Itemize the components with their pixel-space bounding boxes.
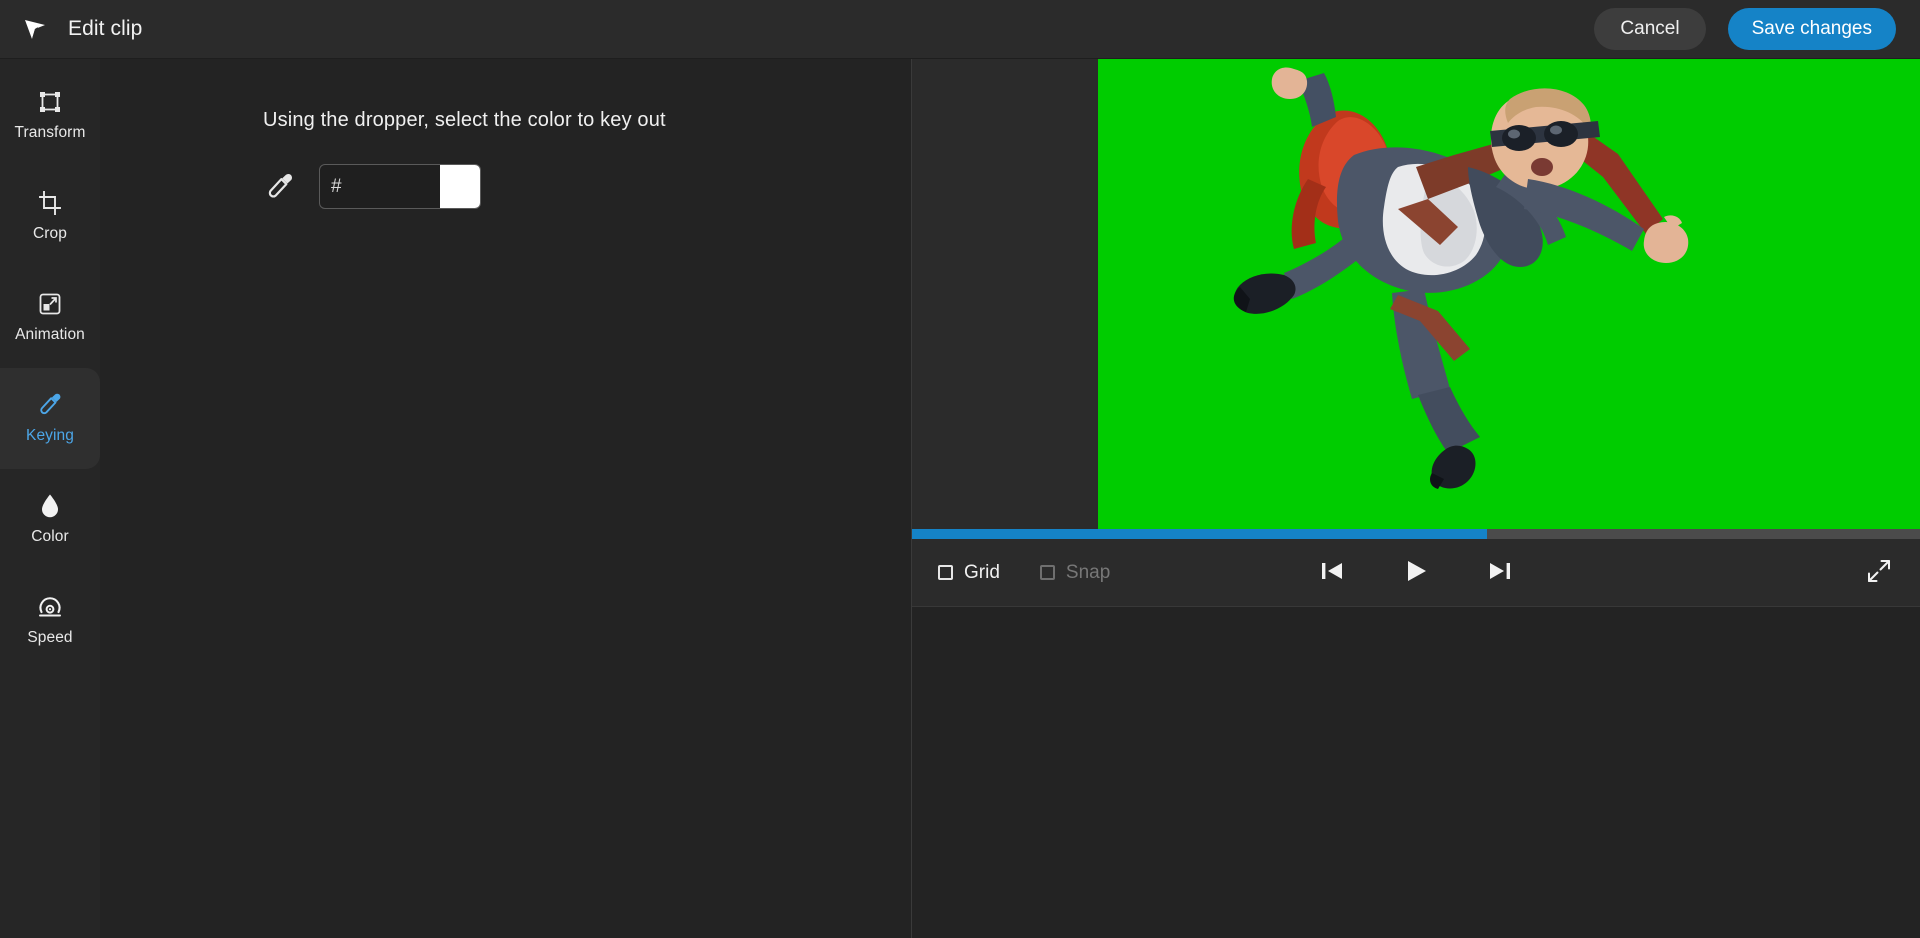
cancel-button[interactable]: Cancel <box>1594 8 1705 50</box>
sidebar-item-crop[interactable]: Crop <box>0 166 100 267</box>
sidebar-item-transform[interactable]: Transform <box>0 65 100 166</box>
sidebar-item-speed[interactable]: Speed <box>0 570 100 671</box>
sidebar-item-label: Color <box>31 528 69 546</box>
skip-to-start-button[interactable] <box>1315 556 1349 590</box>
sidebar-item-label: Speed <box>27 629 72 647</box>
sidebar-spacer <box>0 671 100 938</box>
play-button[interactable] <box>1399 556 1433 590</box>
hex-prefix: # <box>320 165 342 208</box>
snap-toggle-label: Snap <box>1066 562 1110 584</box>
sidebar-item-label: Transform <box>15 124 86 142</box>
color-swatch[interactable] <box>440 165 480 208</box>
skip-to-end-icon <box>1487 559 1513 586</box>
sidebar-item-keying[interactable]: Keying <box>0 368 100 469</box>
player-controls-bar: Grid Snap <box>912 539 1920 607</box>
speedometer-icon <box>37 594 63 620</box>
video-frame[interactable] <box>1098 59 1920 529</box>
sidebar-item-color[interactable]: Color <box>0 469 100 570</box>
skip-to-end-button[interactable] <box>1483 556 1517 590</box>
hex-color-input[interactable] <box>342 165 440 208</box>
skip-to-start-icon <box>1319 559 1345 586</box>
keying-panel: Using the dropper, select the color to k… <box>100 59 912 938</box>
top-bar: Edit clip Cancel Save changes <box>0 0 1920 59</box>
app-logo-icon[interactable] <box>20 14 50 44</box>
transport-controls <box>1315 556 1517 590</box>
sidebar-item-label: Crop <box>33 225 67 243</box>
grid-checkbox-icon[interactable] <box>938 565 953 580</box>
grid-toggle[interactable]: Grid <box>938 562 1000 584</box>
expand-fullscreen-icon <box>1867 559 1891 586</box>
hex-color-field[interactable]: # <box>319 164 481 209</box>
eyedropper-icon <box>37 392 63 418</box>
color-picker-row: # <box>263 164 911 209</box>
crop-icon <box>37 190 63 216</box>
animation-icon <box>37 291 63 317</box>
preview-empty-area <box>912 607 1920 938</box>
snap-checkbox-icon[interactable] <box>1040 565 1055 580</box>
grid-toggle-label: Grid <box>964 562 1000 584</box>
save-changes-button[interactable]: Save changes <box>1728 8 1896 50</box>
playback-scrubber[interactable] <box>912 529 1920 539</box>
fullscreen-button[interactable] <box>1864 558 1894 588</box>
droplet-icon <box>37 493 63 519</box>
keying-instruction: Using the dropper, select the color to k… <box>263 109 911 132</box>
sidebar-item-animation[interactable]: Animation <box>0 267 100 368</box>
preview-column: Grid Snap <box>912 59 1920 938</box>
sidebar-item-label: Animation <box>15 326 85 344</box>
body: Transform Crop <box>0 59 1920 938</box>
top-bar-actions: Cancel Save changes <box>1594 8 1896 50</box>
snap-toggle[interactable]: Snap <box>1040 562 1110 584</box>
video-stage <box>912 59 1920 529</box>
page-title: Edit clip <box>68 17 142 41</box>
tool-sidebar: Transform Crop <box>0 59 100 938</box>
sidebar-item-label: Keying <box>26 427 74 445</box>
play-icon <box>1403 558 1429 587</box>
edit-clip-window: Edit clip Cancel Save changes Trans <box>0 0 1920 938</box>
transform-icon <box>37 89 63 115</box>
eyedropper-button[interactable] <box>263 170 297 204</box>
video-subject-image <box>1098 59 1920 529</box>
scrubber-progress-fill <box>912 529 1487 539</box>
